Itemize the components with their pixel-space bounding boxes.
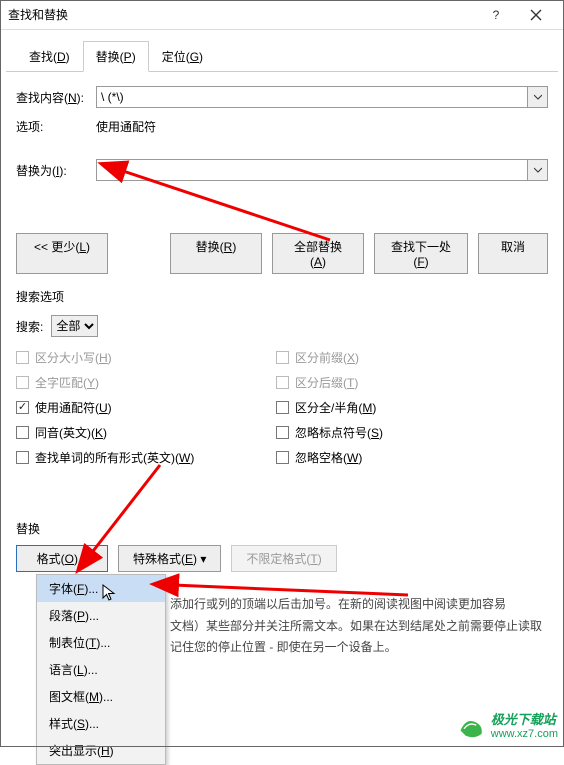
search-direction-select[interactable]: 全部 [51, 315, 98, 337]
tab-bar: 查找(D) 替换(P) 定位(G) [6, 34, 558, 72]
all-word-forms-label: 查找单词的所有形式(英文)(W) [35, 449, 194, 466]
close-button[interactable] [516, 0, 556, 30]
wildcards-label: 使用通配符(U) [35, 399, 112, 416]
sounds-like-checkbox[interactable] [16, 426, 29, 439]
find-input[interactable] [96, 86, 528, 108]
tab-goto[interactable]: 定位(G) [149, 41, 216, 72]
watermark-logo-icon [457, 713, 485, 741]
special-format-button[interactable]: 特殊格式(E) ▾ [118, 545, 221, 572]
ignore-punct-label: 忽略标点符号(S) [295, 424, 383, 441]
tab-find[interactable]: 查找(D) [16, 41, 83, 72]
menu-language[interactable]: 语言(L)... [37, 656, 165, 683]
suffix-checkbox [276, 376, 289, 389]
menu-font[interactable]: 字体(F)... [37, 575, 165, 602]
options-label: 选项: [16, 118, 96, 135]
wildcards-checkbox[interactable] [16, 401, 29, 414]
find-dropdown[interactable] [528, 86, 548, 108]
ignore-space-checkbox[interactable] [276, 451, 289, 464]
replace-section-title: 替换 [16, 520, 548, 537]
replace-label: 替换为(I): [16, 162, 96, 179]
search-direction-label: 搜索: [16, 318, 43, 335]
replace-input[interactable] [96, 159, 528, 181]
whole-word-label: 全字匹配(Y) [35, 374, 99, 391]
no-format-button: 不限定格式(T) [231, 545, 336, 572]
options-value: 使用通配符 [96, 118, 156, 135]
match-case-label: 区分大小写(H) [35, 349, 112, 366]
full-half-label: 区分全/半角(M) [295, 399, 376, 416]
format-button[interactable]: 格式(O) ▾ [16, 545, 108, 572]
background-document-text: 添加行或列的顶端以后击加号。在新的阅读视图中阅读更加容易 文档）某些部分并关注所… [170, 594, 554, 659]
tab-replace[interactable]: 替换(P) [83, 41, 149, 72]
prefix-label: 区分前缀(X) [295, 349, 359, 366]
dialog-title: 查找和替换 [8, 6, 476, 23]
less-button[interactable]: << 更少(L) [16, 233, 108, 274]
menu-tabs[interactable]: 制表位(T)... [37, 629, 165, 656]
replace-button[interactable]: 替换(R) [170, 233, 262, 274]
find-next-button[interactable]: 查找下一处(F) [374, 233, 468, 274]
ignore-space-label: 忽略空格(W) [295, 449, 362, 466]
ignore-punct-checkbox[interactable] [276, 426, 289, 439]
search-options-title: 搜索选项 [16, 288, 548, 305]
cancel-button[interactable]: 取消 [478, 233, 548, 274]
full-half-checkbox[interactable] [276, 401, 289, 414]
find-label: 查找内容(N): [16, 89, 96, 106]
suffix-label: 区分后缀(T) [295, 374, 358, 391]
sounds-like-label: 同音(英文)(K) [35, 424, 107, 441]
watermark: 极光下载站 www.xz7.com [457, 712, 558, 741]
menu-frame[interactable]: 图文框(M)... [37, 683, 165, 710]
prefix-checkbox [276, 351, 289, 364]
watermark-url: www.xz7.com [491, 728, 558, 741]
menu-paragraph[interactable]: 段落(P)... [37, 602, 165, 629]
watermark-name: 极光下载站 [491, 712, 558, 728]
format-menu: 字体(F)... 段落(P)... 制表位(T)... 语言(L)... 图文框… [36, 574, 166, 765]
menu-style[interactable]: 样式(S)... [37, 710, 165, 737]
all-word-forms-checkbox[interactable] [16, 451, 29, 464]
match-case-checkbox [16, 351, 29, 364]
menu-highlight[interactable]: 突出显示(H) [37, 737, 165, 764]
replace-dropdown[interactable] [528, 159, 548, 181]
whole-word-checkbox [16, 376, 29, 389]
replace-all-button[interactable]: 全部替换(A) [272, 233, 364, 274]
help-button[interactable]: ? [476, 0, 516, 30]
